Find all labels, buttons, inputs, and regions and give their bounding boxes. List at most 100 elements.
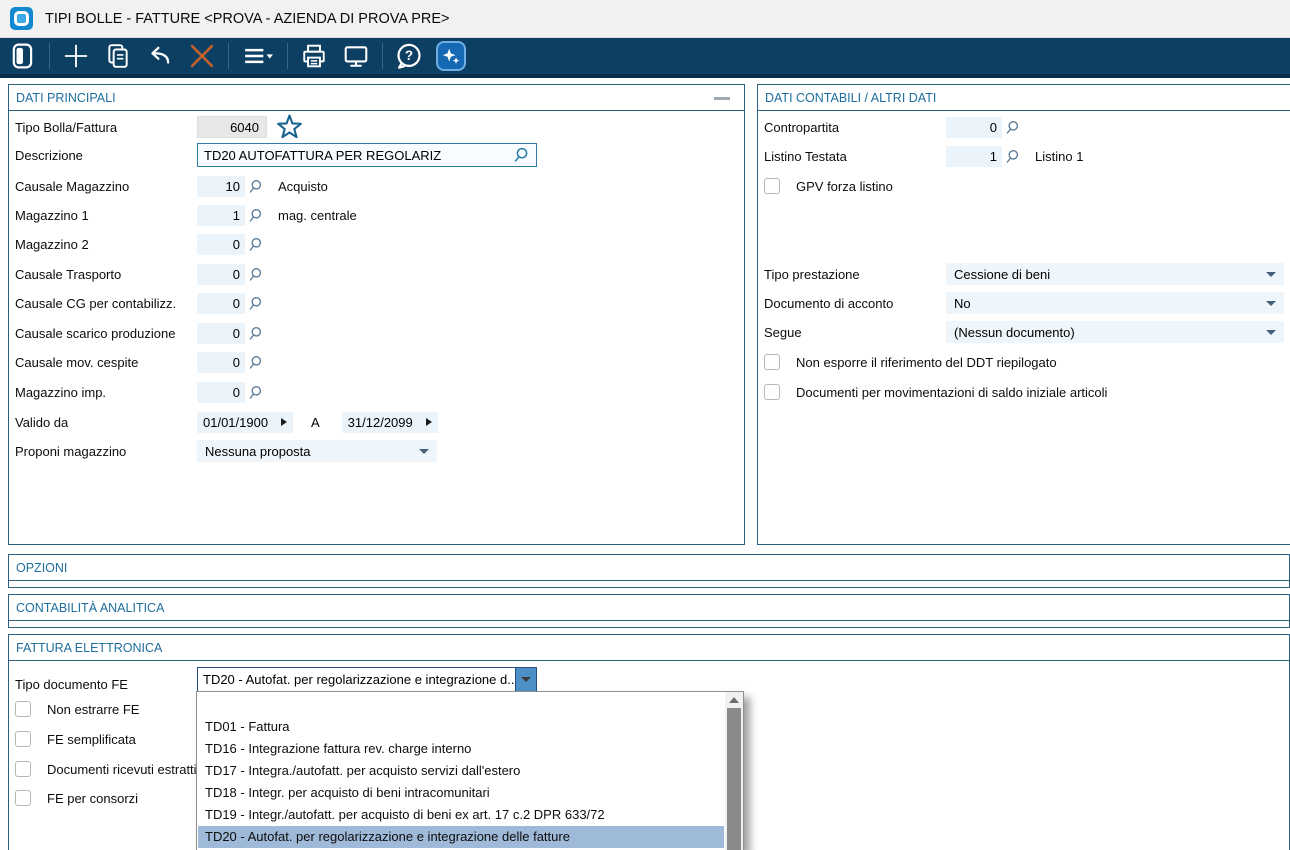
documenti-ricevuti-checkbox[interactable] <box>15 761 31 777</box>
gpv-checkbox[interactable] <box>764 178 780 194</box>
undo-button[interactable] <box>139 39 181 73</box>
causale-cespite-input[interactable]: 0 <box>197 352 245 373</box>
field-label: Causale scarico produzione <box>15 326 197 341</box>
search-icon[interactable] <box>514 147 530 163</box>
ddt-checkbox[interactable] <box>764 354 780 370</box>
listino-testata-input[interactable]: 1 <box>946 146 1002 167</box>
lookup-search-icon[interactable] <box>249 267 264 282</box>
checkbox-label: FE per consorzi <box>47 791 138 806</box>
menu-icon <box>242 43 274 69</box>
section-header-opzioni[interactable]: OPZIONI <box>9 555 1289 581</box>
checkbox-row-saldo-iniziale: Documenti per movimentazioni di saldo in… <box>764 381 1287 403</box>
lookup-description: Acquisto <box>278 179 328 194</box>
lookup-search-icon[interactable] <box>249 296 264 311</box>
field-row-contropartita: Contropartita 0 <box>764 116 1287 138</box>
magazzino-imp-input[interactable]: 0 <box>197 382 245 403</box>
magazzino-2-input[interactable]: 0 <box>197 234 245 255</box>
field-label: Magazzino 2 <box>15 237 197 252</box>
proponi-magazzino-select[interactable]: Nessuna proposta <box>197 440 437 462</box>
valid-to-date-input[interactable]: 31/12/2099 <box>342 412 438 433</box>
svg-text:?: ? <box>405 48 413 63</box>
field-row-magazzino-imp: Magazzino imp. 0 <box>15 381 740 403</box>
lookup-search-icon[interactable] <box>249 326 264 341</box>
dropdown-scrollbar[interactable] <box>725 692 743 850</box>
checkbox-row-gpv: GPV forza listino <box>764 175 1287 197</box>
section-header-contabilita-analitica[interactable]: CONTABILITÀ ANALITICA <box>9 595 1289 621</box>
dropdown-option[interactable]: TD17 - Integra./autofatt. per acquisto s… <box>198 760 724 782</box>
lookup-search-icon[interactable] <box>249 355 264 370</box>
date-spinner-icon[interactable] <box>281 418 287 426</box>
fe-consorzi-checkbox[interactable] <box>15 790 31 806</box>
tipo-bolla-value: 6040 <box>197 116 267 138</box>
contropartita-input[interactable]: 0 <box>946 117 1002 138</box>
tipo-prestazione-select[interactable]: Cessione di beni <box>946 263 1284 285</box>
proponi-magazzino-value: Nessuna proposta <box>205 444 311 459</box>
lookup-search-icon[interactable] <box>249 237 264 252</box>
assistant-button[interactable] <box>430 39 472 73</box>
lookup-search-icon[interactable] <box>249 208 264 223</box>
lookup-search-icon[interactable] <box>1006 120 1021 135</box>
fe-semplificata-checkbox[interactable] <box>15 731 31 747</box>
section-header-dati-contabili[interactable]: DATI CONTABILI / ALTRI DATI <box>758 85 1290 111</box>
print-icon <box>301 43 327 69</box>
tipo-documento-fe-combobox[interactable]: TD20 - Autofat. per regolarizzazione e i… <box>197 667 537 692</box>
monitor-button[interactable] <box>335 39 377 73</box>
field-row-causale-magazzino: Causale Magazzino 10 Acquisto <box>15 175 740 197</box>
menu-button[interactable] <box>234 39 282 73</box>
new-button[interactable] <box>55 39 97 73</box>
panel-toggle-button[interactable] <box>2 39 44 73</box>
valid-to-value: 31/12/2099 <box>348 415 413 430</box>
field-row-tipo-prestazione: Tipo prestazione Cessione di beni <box>764 263 1287 285</box>
valid-from-date-input[interactable]: 01/01/1900 <box>197 412 293 433</box>
copy-button[interactable] <box>97 39 139 73</box>
tipo-documento-fe-value: TD20 - Autofat. per regolarizzazione e i… <box>198 672 515 687</box>
field-row-descrizione: Descrizione TD20 AUTOFATTURA PER REGOLAR… <box>15 144 740 166</box>
delete-button[interactable] <box>181 39 223 73</box>
dropdown-option-selected[interactable]: TD20 - Autofat. per regolarizzazione e i… <box>198 826 724 848</box>
section-header-fattura-elettronica[interactable]: FATTURA ELETTRONICA <box>9 635 1289 661</box>
checkbox-label: Non esporre il riferimento del DDT riepi… <box>796 355 1057 370</box>
lookup-search-icon[interactable] <box>249 385 264 400</box>
field-label: Causale CG per contabilizz. <box>15 296 197 311</box>
non-estrarre-fe-checkbox[interactable] <box>15 701 31 717</box>
documento-acconto-select[interactable]: No <box>946 292 1284 314</box>
section-title: FATTURA ELETTRONICA <box>16 641 162 655</box>
section-title: DATI PRINCIPALI <box>16 91 116 105</box>
assistant-sparkle-icon <box>436 41 466 71</box>
dropdown-option[interactable]: TD01 - Fattura <box>198 716 724 738</box>
field-label: Proponi magazzino <box>15 444 197 459</box>
dropdown-option[interactable]: TD18 - Integr. per acquisto di beni intr… <box>198 782 724 804</box>
field-row-listino-testata: Listino Testata 1 Listino 1 <box>764 145 1287 167</box>
date-spinner-icon[interactable] <box>426 418 432 426</box>
collapse-icon[interactable] <box>714 97 730 100</box>
causale-scarico-input[interactable]: 0 <box>197 323 245 344</box>
combo-dropdown-button[interactable] <box>515 668 536 691</box>
title-bar: TIPI BOLLE - FATTURE <PROVA - AZIENDA DI… <box>0 0 1290 38</box>
valid-from-value: 01/01/1900 <box>203 415 268 430</box>
descrizione-input[interactable]: TD20 AUTOFATTURA PER REGOLARIZ <box>197 143 537 167</box>
chevron-down-icon <box>1266 272 1276 277</box>
causale-magazzino-input[interactable]: 10 <box>197 176 245 197</box>
lookup-search-icon[interactable] <box>249 179 264 194</box>
scrollbar-thumb[interactable] <box>727 708 741 850</box>
dropdown-option[interactable]: TD19 - Integr./autofatt. per acquisto di… <box>198 804 724 826</box>
causale-cg-input[interactable]: 0 <box>197 293 245 314</box>
section-header-dati-principali[interactable]: DATI PRINCIPALI <box>9 85 744 111</box>
causale-trasporto-input[interactable]: 0 <box>197 264 245 285</box>
scrollbar-up-button[interactable] <box>725 692 743 707</box>
magazzino-1-input[interactable]: 1 <box>197 205 245 226</box>
segue-select[interactable]: (Nessun documento) <box>946 321 1284 343</box>
lookup-search-icon[interactable] <box>1006 149 1021 164</box>
saldo-iniziale-checkbox[interactable] <box>764 384 780 400</box>
field-row-segue: Segue (Nessun documento) <box>764 321 1287 343</box>
help-button[interactable]: ? <box>388 39 430 73</box>
dropdown-option[interactable]: TD16 - Integrazione fattura rev. charge … <box>198 738 724 760</box>
print-button[interactable] <box>293 39 335 73</box>
lookup-description: Listino 1 <box>1035 149 1083 164</box>
field-row-valido-da: Valido da 01/01/1900 A 31/12/2099 <box>15 411 740 433</box>
field-row-causale-cg: Causale CG per contabilizz. 0 <box>15 292 740 314</box>
field-label: Segue <box>764 325 946 340</box>
field-label: Causale mov. cespite <box>15 355 197 370</box>
toolbar-separator <box>228 43 229 69</box>
favorite-star-icon[interactable] <box>276 114 303 141</box>
